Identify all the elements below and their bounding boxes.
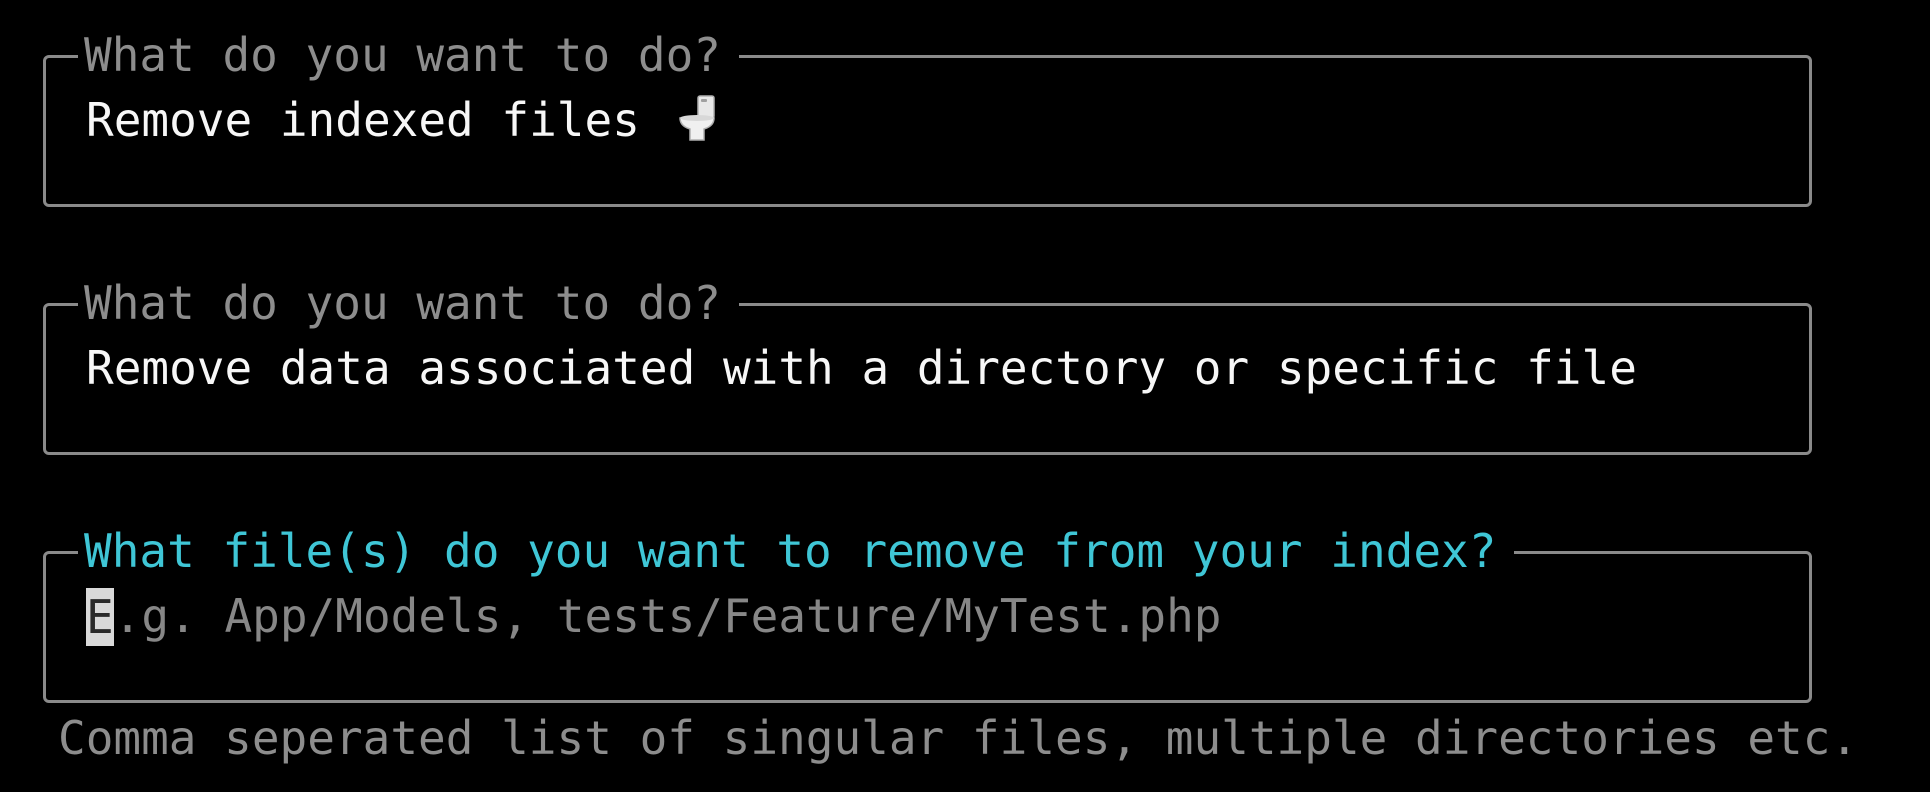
prompt-frame: What do you want to do? Remove data asso…	[40, 276, 1812, 455]
prompt-frame: What file(s) do you want to remove from …	[40, 524, 1812, 703]
input-placeholder: .g. App/Models, tests/Feature/MyTest.php	[113, 589, 1222, 643]
answer-text: Remove indexed files	[86, 93, 668, 147]
prompt-action-answered-2: What do you want to do? Remove data asso…	[40, 276, 1812, 455]
input-hint: Comma seperated list of singular files, …	[58, 711, 1859, 765]
prompt-answer: Remove data associated with a directory …	[86, 341, 1637, 395]
toilet-icon	[676, 94, 718, 142]
prompt-frame: What do you want to do? Remove indexed f…	[40, 28, 1812, 207]
prompt-answer: Remove indexed files	[86, 92, 718, 148]
prompt-file-input[interactable]: What file(s) do you want to remove from …	[40, 524, 1812, 703]
prompt-action-answered-1: What do you want to do? Remove indexed f…	[40, 28, 1812, 207]
prompt-label: What do you want to do?	[78, 276, 739, 330]
file-path-input[interactable]: E.g. App/Models, tests/Feature/MyTest.ph…	[86, 588, 1222, 646]
prompt-label: What do you want to do?	[78, 28, 739, 82]
text-cursor: E	[86, 588, 114, 646]
prompt-label: What file(s) do you want to remove from …	[78, 524, 1515, 578]
